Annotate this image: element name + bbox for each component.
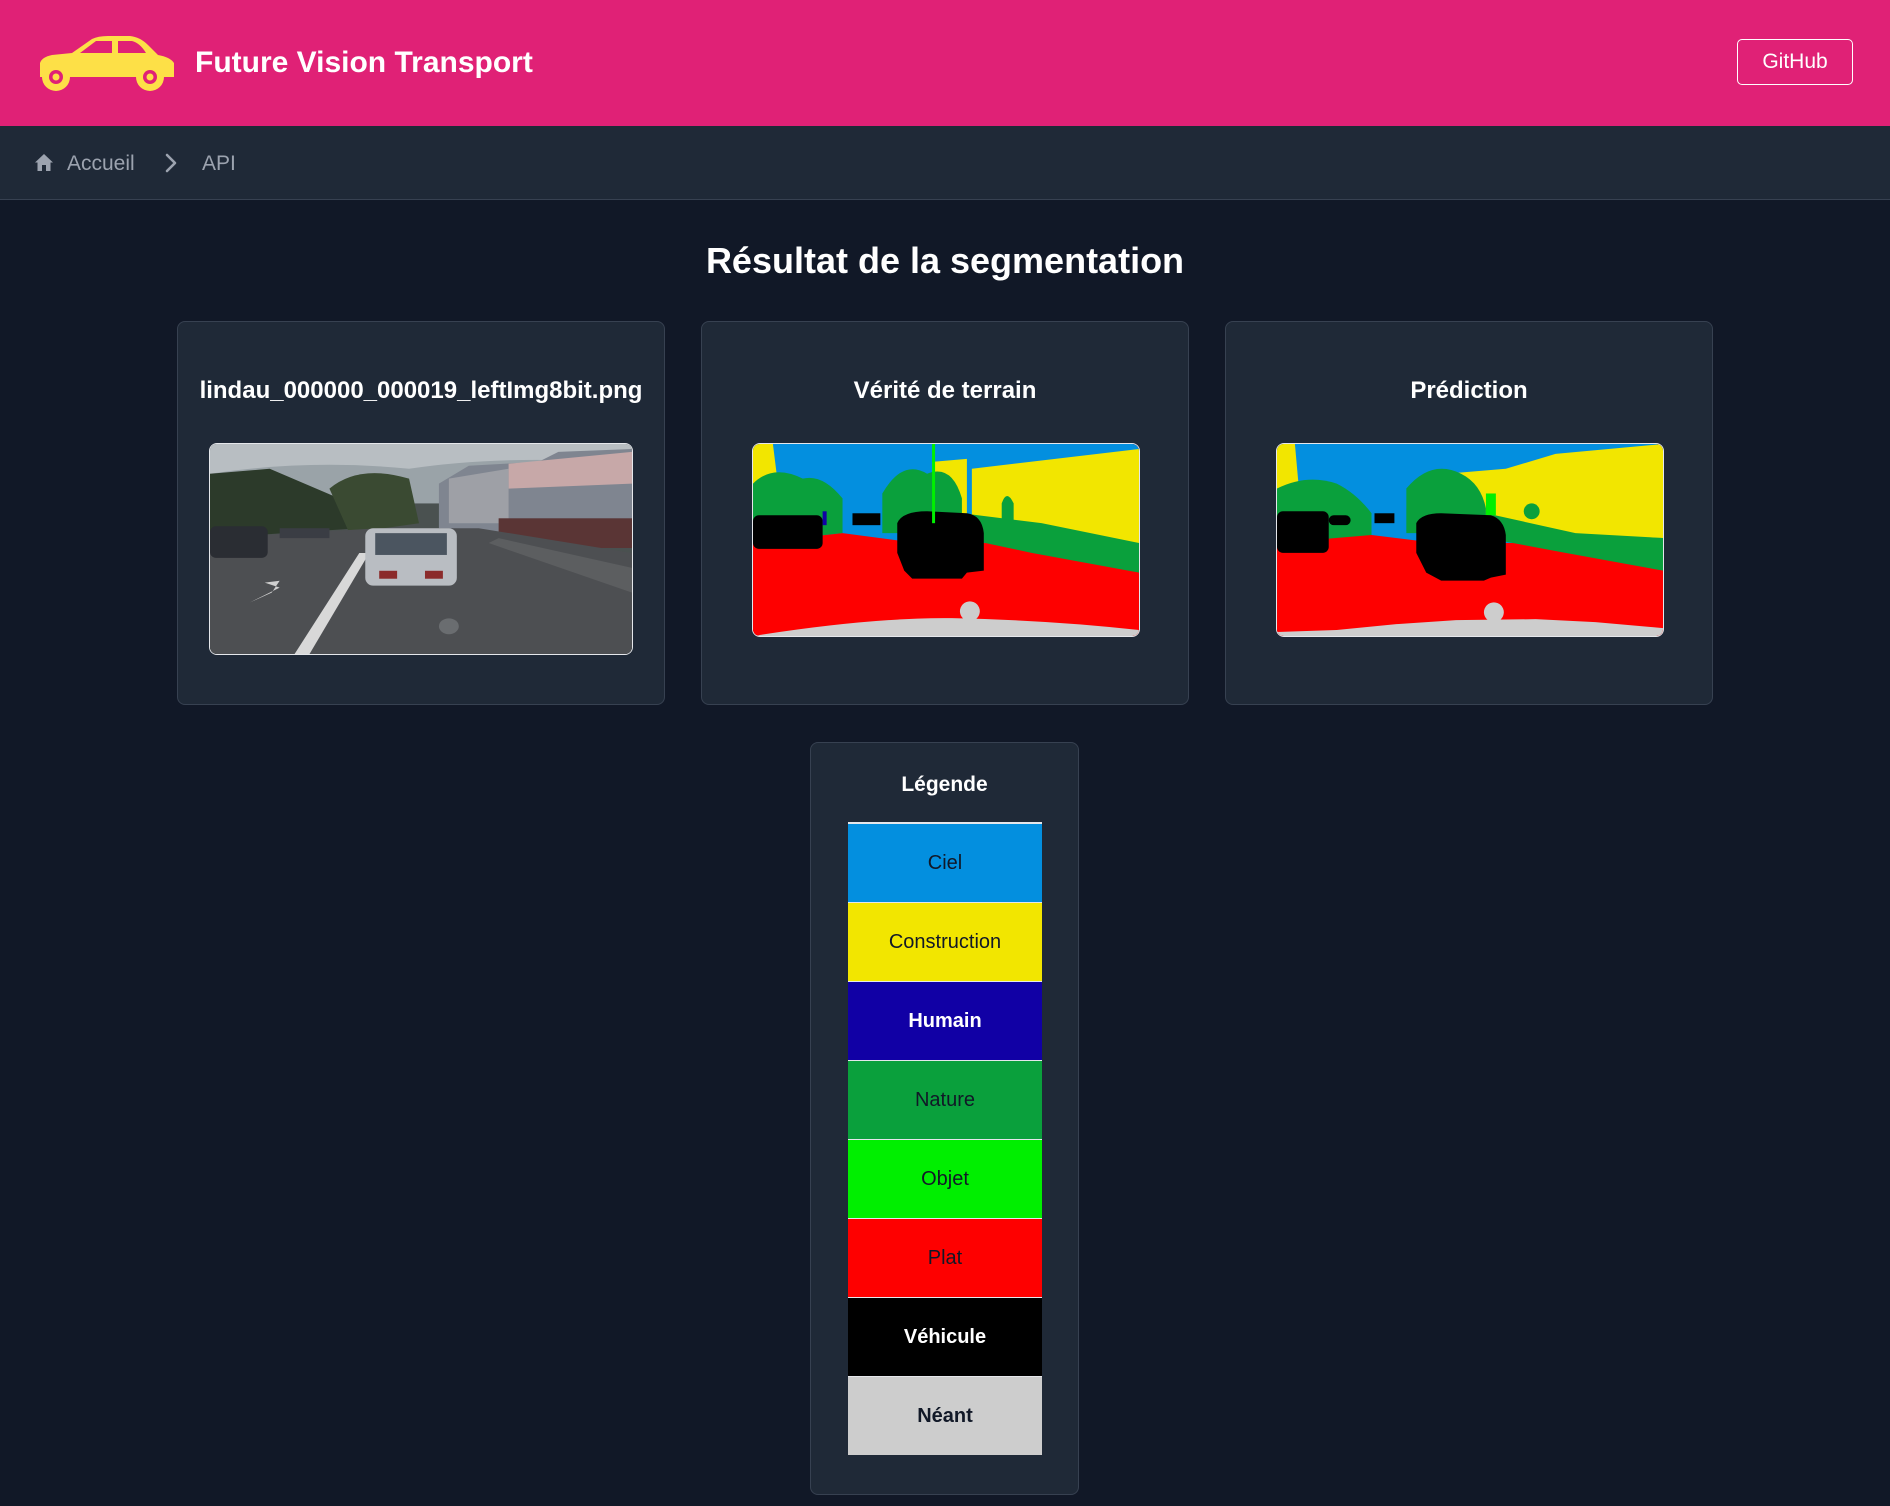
chevron-right-icon [165, 153, 177, 173]
ground-truth-mask [752, 443, 1140, 637]
page-title: Résultat de la segmentation [705, 240, 1185, 281]
breadcrumb-home-link[interactable]: Accueil [67, 152, 135, 176]
original-image-card: lindau_000000_000019_leftImg8bit.png [177, 321, 665, 705]
breadcrumb-current: API [202, 152, 236, 175]
original-image [209, 443, 633, 655]
car-icon [40, 36, 174, 91]
legend-item-humain: Humain [848, 982, 1042, 1061]
card-title: lindau_000000_000019_leftImg8bit.png [199, 377, 643, 404]
card-title: Vérité de terrain [853, 377, 1037, 404]
legend-item-nature: Nature [848, 1061, 1042, 1140]
ground-truth-card: Vérité de terrain [701, 321, 1189, 705]
prediction-mask [1276, 443, 1664, 637]
card-title: Prédiction [1410, 377, 1528, 404]
legend-title: Légende [901, 773, 988, 796]
home-icon[interactable] [34, 153, 54, 173]
legend-item-objet: Objet [848, 1140, 1042, 1219]
legend-item-vehicule: Véhicule [848, 1298, 1042, 1377]
legend-item-ciel: Ciel [848, 824, 1042, 903]
legend-item-plat: Plat [848, 1219, 1042, 1298]
legend-list: Ciel Construction Humain Nature Objet Pl… [848, 822, 1042, 1455]
top-navbar: Future Vision Transport GitHub [0, 0, 1890, 126]
brand-title[interactable]: Future Vision Transport [195, 46, 533, 80]
prediction-card: Prédiction [1225, 321, 1713, 705]
legend-item-construction: Construction [848, 903, 1042, 982]
github-button[interactable]: GitHub [1737, 39, 1853, 85]
legend-card: Légende Ciel Construction Humain Nature … [810, 742, 1079, 1495]
legend-item-neant: Néant [848, 1377, 1042, 1455]
breadcrumb [0, 126, 1890, 200]
